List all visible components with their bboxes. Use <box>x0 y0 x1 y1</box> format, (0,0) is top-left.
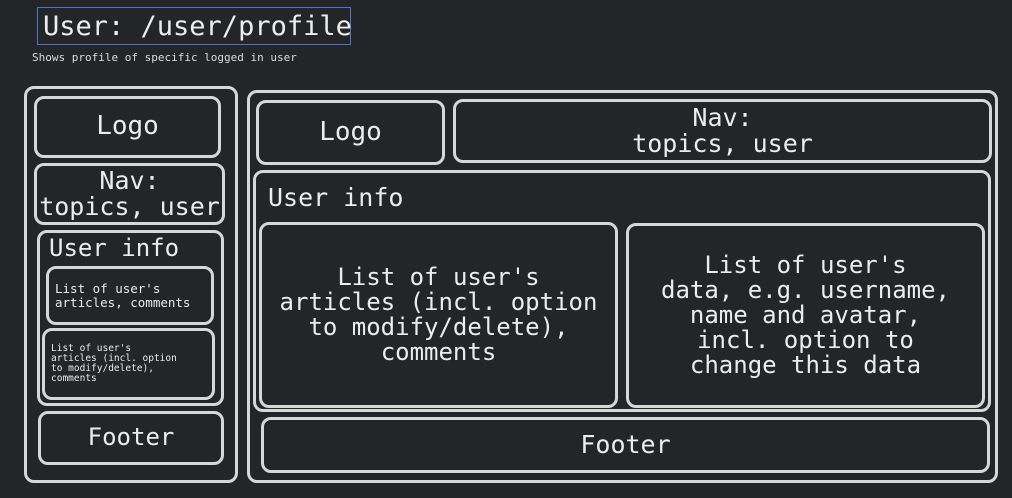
desktop-articles-label: List of user's articles (incl. option to… <box>279 262 598 367</box>
mobile-logo-label: Logo <box>96 111 159 142</box>
mobile-articles-label: List of user's articles, comments <box>55 281 191 310</box>
desktop-nav-label: Nav: topics, user <box>632 102 813 158</box>
mobile-modify-label: List of user's articles (incl. option to… <box>51 343 177 384</box>
desktop-user-info-label: User info <box>268 182 404 212</box>
page-title: User: /user/profile <box>37 7 352 45</box>
mobile-nav-label: Nav: topics, user <box>39 165 220 221</box>
page-subtitle: Shows profile of specific logged in user <box>32 51 297 64</box>
desktop-data-label: List of user's data, e.g. username, name… <box>661 250 950 380</box>
desktop-footer-label: Footer <box>580 429 671 459</box>
mobile-user-info-label: User info <box>49 234 180 263</box>
desktop-logo-label: Logo <box>319 116 382 147</box>
mobile-footer-label: Footer <box>87 423 175 452</box>
